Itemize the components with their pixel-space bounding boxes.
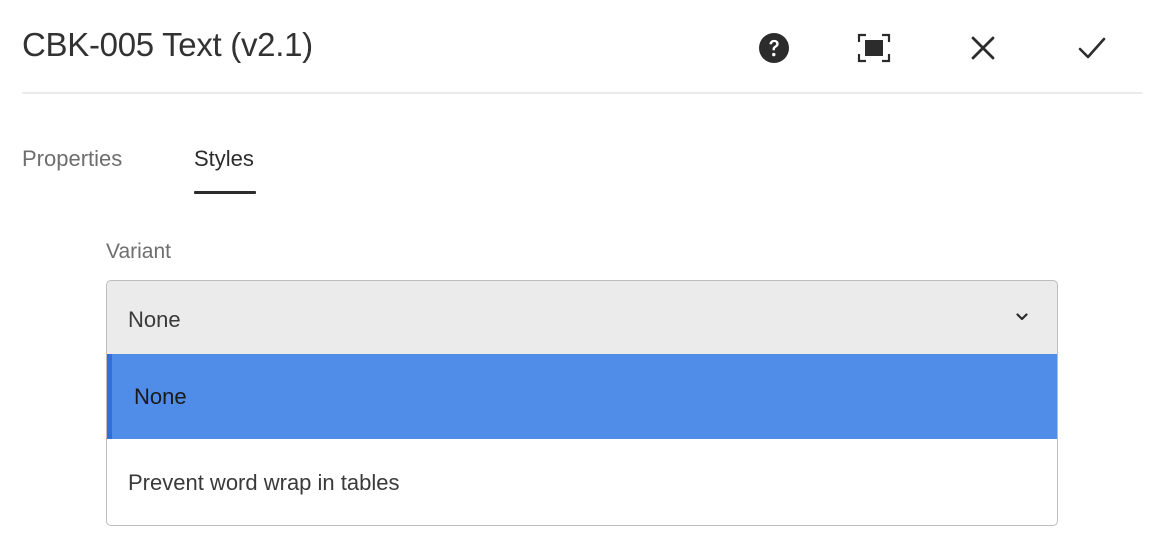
tab-properties[interactable]: Properties: [22, 146, 122, 192]
close-icon: [971, 36, 995, 60]
fullscreen-button[interactable]: [854, 28, 894, 68]
variant-label: Variant: [106, 240, 171, 263]
active-tab-indicator: [194, 191, 256, 194]
option-none[interactable]: None: [107, 354, 1057, 439]
checkmark-icon: [1078, 37, 1106, 59]
dialog-header: CBK-005 Text (v2.1): [22, 0, 1142, 94]
option-prevent-word-wrap[interactable]: Prevent word wrap in tables: [107, 440, 1057, 525]
help-button[interactable]: [754, 28, 794, 68]
variant-select-value: None: [128, 307, 181, 332]
option-label: Prevent word wrap in tables: [128, 470, 400, 495]
help-icon: [759, 33, 789, 63]
option-label: None: [134, 384, 187, 409]
component-dialog: CBK-005 Text (v2.1) Properties Styles Va…: [0, 0, 1164, 554]
close-button[interactable]: [963, 28, 1003, 68]
chevron-down-icon: [1016, 313, 1028, 321]
variant-options-menu: None Prevent word wrap in tables: [106, 354, 1058, 526]
fullscreen-icon: [857, 33, 891, 63]
dialog-title: CBK-005 Text (v2.1): [22, 26, 313, 63]
variant-select[interactable]: None: [106, 280, 1058, 355]
done-button[interactable]: [1072, 28, 1112, 68]
tab-styles[interactable]: Styles: [194, 146, 254, 192]
